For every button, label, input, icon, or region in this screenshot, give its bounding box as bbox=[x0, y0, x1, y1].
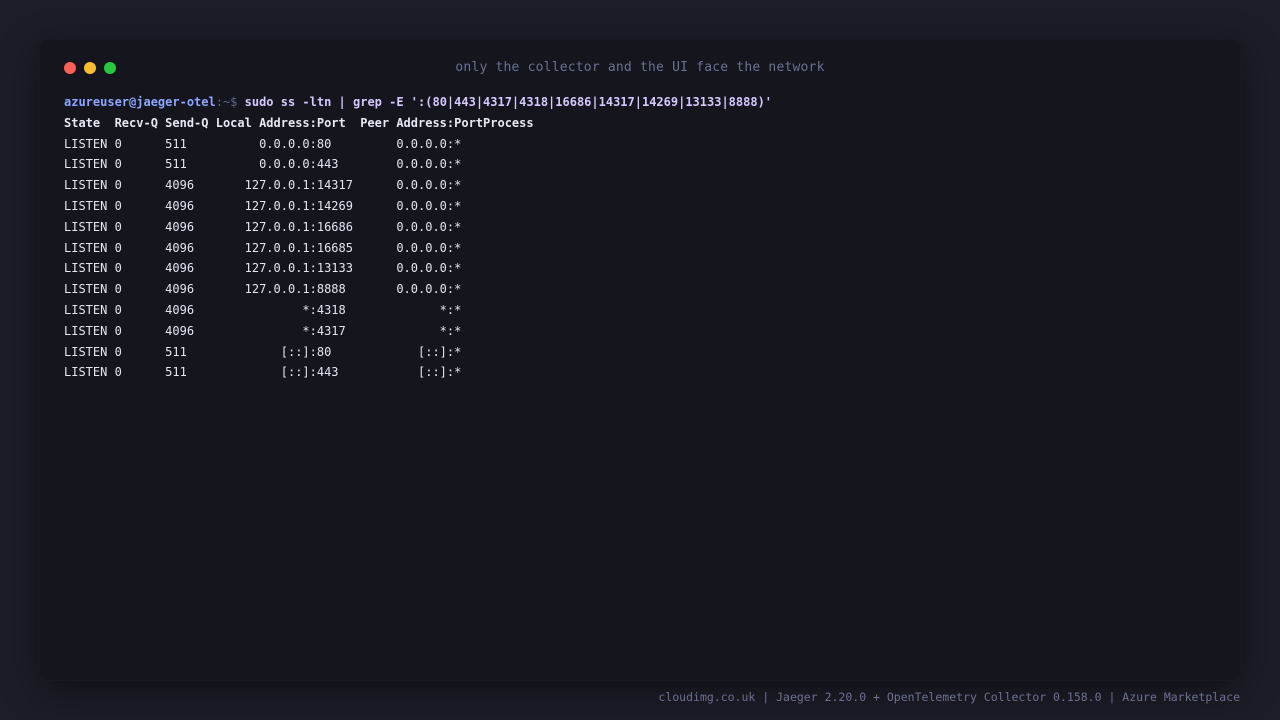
footer-credits: cloudimg.co.uk | Jaeger 2.20.0 + OpenTel… bbox=[658, 690, 1240, 704]
socket-row: LISTEN 0 511 [::]:443 [::]:* bbox=[64, 365, 462, 380]
prompt-user-host: azureuser@jaeger-otel bbox=[64, 95, 216, 109]
socket-row: LISTEN 0 511 0.0.0.0:80 0.0.0.0:* bbox=[64, 136, 462, 151]
socket-row: LISTEN 0 4096 127.0.0.1:16685 0.0.0.0:* bbox=[64, 240, 462, 255]
terminal-output[interactable]: azureuser@jaeger-otel:~$ sudo ss -ltn | … bbox=[64, 92, 1214, 383]
socket-row: LISTEN 0 4096 *:4318 *:* bbox=[64, 302, 462, 317]
socket-row: LISTEN 0 511 0.0.0.0:443 0.0.0.0:* bbox=[64, 157, 462, 172]
socket-list: LISTEN 0 511 0.0.0.0:80 0.0.0.0:* LISTEN … bbox=[64, 134, 1214, 384]
socket-row: LISTEN 0 4096 127.0.0.1:16686 0.0.0.0:* bbox=[64, 219, 462, 234]
command-line: azureuser@jaeger-otel:~$ sudo ss -ltn | … bbox=[64, 92, 1214, 113]
socket-row: LISTEN 0 511 [::]:80 [::]:* bbox=[64, 344, 462, 359]
socket-row: LISTEN 0 4096 127.0.0.1:14269 0.0.0.0:* bbox=[64, 198, 462, 213]
socket-row: LISTEN 0 4096 127.0.0.1:14317 0.0.0.0:* bbox=[64, 178, 462, 193]
socket-row: LISTEN 0 4096 127.0.0.1:8888 0.0.0.0:* bbox=[64, 282, 462, 297]
socket-row: LISTEN 0 4096 *:4317 *:* bbox=[64, 323, 462, 338]
prompt-command: sudo ss -ltn | grep -E ':(80|443|4317|43… bbox=[244, 95, 773, 109]
table-header: State Recv-Q Send-Q Local Address:Port P… bbox=[64, 115, 534, 130]
title-bar: only the collector and the UI face the n… bbox=[40, 40, 1240, 96]
terminal-window: only the collector and the UI face the n… bbox=[40, 40, 1240, 680]
socket-row: LISTEN 0 4096 127.0.0.1:13133 0.0.0.0:* bbox=[64, 261, 462, 276]
prompt-path: :~$ bbox=[215, 95, 245, 109]
window-title: only the collector and the UI face the n… bbox=[455, 60, 825, 75]
